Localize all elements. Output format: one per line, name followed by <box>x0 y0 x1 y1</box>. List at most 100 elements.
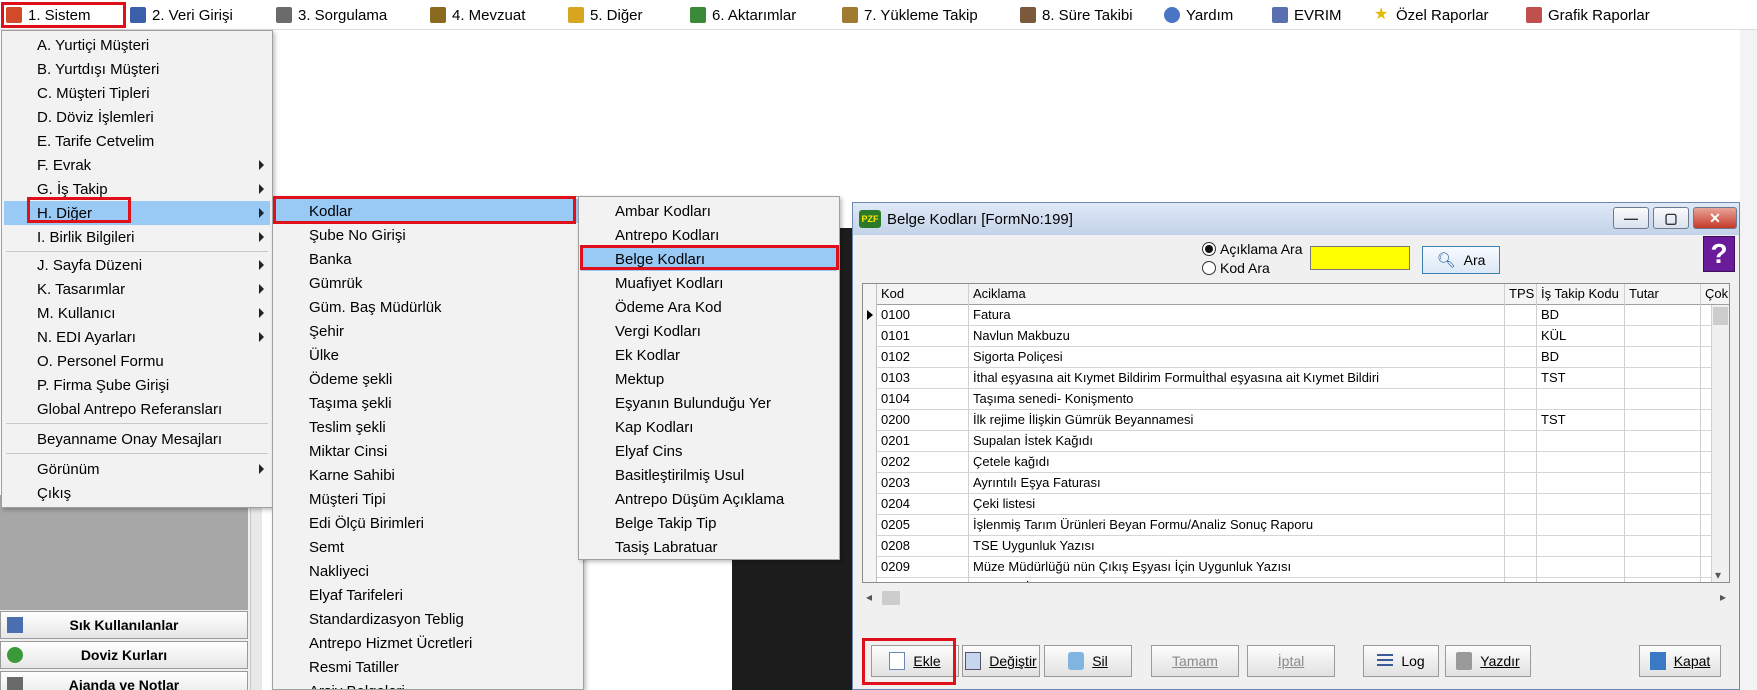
table-row[interactable]: 0208 TSE Uygunluk Yazısı <box>863 536 1729 557</box>
scroll-left-icon[interactable]: ◂ <box>866 590 872 604</box>
kapat-button[interactable]: Kapat <box>1639 645 1721 677</box>
cell-tutar[interactable] <box>1625 431 1701 452</box>
column-header-is-takip-kodu[interactable]: İş Takip Kodu <box>1537 284 1625 305</box>
cell-is-takip-kodu[interactable]: TST <box>1537 368 1625 389</box>
menu-yukleme-takip[interactable]: 7. Yükleme Takip <box>842 3 978 27</box>
diger-item[interactable]: Şehir <box>275 319 581 343</box>
cell-is-takip-kodu[interactable] <box>1537 557 1625 578</box>
ajanda-button[interactable]: Ajanda ve Notlar <box>0 671 248 690</box>
kodlar-item[interactable]: Kap Kodları <box>581 415 837 439</box>
cell-tps[interactable] <box>1505 515 1537 536</box>
cell-tutar[interactable] <box>1625 326 1701 347</box>
cell-aciklama[interactable]: Çeki listesi <box>969 494 1505 515</box>
window-titlebar[interactable]: PZF Belge Kodları [FormNo:199] — ▢ ✕ <box>853 203 1739 235</box>
close-window-button[interactable]: ✕ <box>1693 207 1737 229</box>
sistem-item-sayfa-duzeni[interactable]: J. Sayfa Düzeni <box>4 253 270 277</box>
search-input[interactable] <box>1310 246 1410 270</box>
grid-horizontal-scrollbar[interactable]: ◂ ▸ <box>862 589 1730 607</box>
cell-tps[interactable] <box>1505 368 1537 389</box>
menu-veri-girisi[interactable]: 2. Veri Girişi <box>130 3 233 27</box>
cell-tps[interactable] <box>1505 536 1537 557</box>
kodlar-item[interactable]: Basitleştirilmiş Usul <box>581 463 837 487</box>
cell-aciklama[interactable]: İthal eşyasına ait Kıymet Bildirim Formu… <box>969 368 1505 389</box>
menu-ozel-raporlar[interactable]: ★ Özel Raporlar <box>1374 3 1489 27</box>
cell-tps[interactable] <box>1505 473 1537 494</box>
cell-tps[interactable] <box>1505 347 1537 368</box>
cell-tutar[interactable] <box>1625 494 1701 515</box>
cell-kod[interactable]: 0102 <box>877 347 969 368</box>
cell-tps[interactable] <box>1505 578 1537 582</box>
degistir-button[interactable]: Değiştir <box>962 645 1040 677</box>
sil-button[interactable]: Sil <box>1044 645 1132 677</box>
cell-tps[interactable] <box>1505 431 1537 452</box>
grid-vertical-scrollbar[interactable]: ▾ <box>1711 305 1729 582</box>
cell-is-takip-kodu[interactable] <box>1537 536 1625 557</box>
sistem-item-musteri-tipleri[interactable]: C. Müşteri Tipleri <box>4 81 270 105</box>
scroll-down-icon[interactable]: ▾ <box>1715 568 1721 582</box>
diger-item[interactable]: Edi Ölçü Birimleri <box>275 511 581 535</box>
kodlar-item[interactable]: Ambar Kodları <box>581 199 837 223</box>
diger-item[interactable]: Gümrük <box>275 271 581 295</box>
radio-aciklama-ara[interactable]: Açıklama Ara <box>1202 241 1302 257</box>
diger-item[interactable]: Ülke <box>275 343 581 367</box>
ekle-button[interactable]: Ekle <box>871 645 959 677</box>
sistem-item-yurtici-musteri[interactable]: A. Yurtiçi Müşteri <box>4 33 270 57</box>
sistem-item-yurtdisi-musteri[interactable]: B. Yurtdışı Müşteri <box>4 57 270 81</box>
column-header-cok[interactable]: Çok <box>1701 284 1729 305</box>
scroll-right-icon[interactable]: ▸ <box>1720 590 1726 604</box>
cell-is-takip-kodu[interactable] <box>1537 431 1625 452</box>
kodlar-item[interactable]: Ek Kodlar <box>581 343 837 367</box>
diger-item[interactable]: Teslim şekli <box>275 415 581 439</box>
minimize-button[interactable]: — <box>1613 207 1649 229</box>
sistem-item-edi-ayarlari[interactable]: N. EDI Ayarları <box>4 325 270 349</box>
column-header-tutar[interactable]: Tutar <box>1625 284 1701 305</box>
cell-tutar[interactable] <box>1625 578 1701 582</box>
cell-kod[interactable]: 0203 <box>877 473 969 494</box>
diger-item[interactable]: Nakliyeci <box>275 559 581 583</box>
cell-tps[interactable] <box>1505 557 1537 578</box>
kodlar-item[interactable]: Eşyanın Bulunduğu Yer <box>581 391 837 415</box>
cell-kod[interactable]: 0104 <box>877 389 969 410</box>
cell-kod[interactable]: 0201 <box>877 431 969 452</box>
sistem-item-tarife-cetvelim[interactable]: E. Tarife Cetvelim <box>4 129 270 153</box>
diger-item[interactable]: Antrepo Hizmet Ücretleri <box>275 631 581 655</box>
table-row[interactable]: 0205 İşlenmiş Tarım Ürünleri Beyan Formu/… <box>863 515 1729 536</box>
cell-aciklama[interactable]: Çetele kağıdı <box>969 452 1505 473</box>
column-header-tps[interactable]: TPS <box>1505 284 1537 305</box>
cell-aciklama[interactable]: Supalan İstek Kağıdı <box>969 431 1505 452</box>
menu-mevzuat[interactable]: 4. Mevzuat <box>430 3 525 27</box>
column-header-kod[interactable]: Kod <box>877 284 969 305</box>
help-question-icon[interactable]: ? <box>1703 236 1735 272</box>
kodlar-item[interactable]: Belge Takip Tip <box>581 511 837 535</box>
table-row[interactable]: 0202 Çetele kağıdı <box>863 452 1729 473</box>
menu-aktarimlar[interactable]: 6. Aktarımlar <box>690 3 796 27</box>
sistem-item-is-takip[interactable]: G. İş Takip <box>4 177 270 201</box>
cell-is-takip-kodu[interactable] <box>1537 515 1625 536</box>
sistem-item-evrak[interactable]: F. Evrak <box>4 153 270 177</box>
menu-grafik-raporlar[interactable]: Grafik Raporlar <box>1526 3 1650 27</box>
cell-kod[interactable]: 0101 <box>877 326 969 347</box>
cell-kod[interactable]: 0100 <box>877 305 969 326</box>
doviz-kurlari-button[interactable]: Doviz Kurları <box>0 641 248 669</box>
cell-aciklama[interactable]: Ayrıntılı Eşya Faturası <box>969 473 1505 494</box>
cell-is-takip-kodu[interactable]: TST <box>1537 410 1625 431</box>
diger-item[interactable]: Arşiv Belgeleri <box>275 679 581 690</box>
kodlar-item[interactable]: Belge Kodları <box>581 247 837 271</box>
table-row[interactable]: 0203 Ayrıntılı Eşya Faturası <box>863 473 1729 494</box>
cell-tutar[interactable] <box>1625 557 1701 578</box>
diger-item[interactable]: Resmi Tatiller <box>275 655 581 679</box>
cell-kod[interactable]: 0204 <box>877 494 969 515</box>
table-row[interactable]: 0101 Navlun Makbuzu KÜL <box>863 326 1729 347</box>
cell-is-takip-kodu[interactable]: BD <box>1537 305 1625 326</box>
kodlar-item[interactable]: Antrepo Kodları <box>581 223 837 247</box>
diger-item[interactable]: Elyaf Tarifeleri <box>275 583 581 607</box>
table-row[interactable]: 0100 Fatura BD <box>863 305 1729 326</box>
menu-sorgulama[interactable]: 3. Sorgulama <box>276 3 387 27</box>
cell-aciklama[interactable]: Bedelsiz İhracat Formu <box>969 578 1505 582</box>
diger-item[interactable]: Kodlar <box>275 199 581 223</box>
table-row[interactable]: 0204 Çeki listesi <box>863 494 1729 515</box>
cell-is-takip-kodu[interactable] <box>1537 389 1625 410</box>
menu-sure-takibi[interactable]: 8. Süre Takibi <box>1020 3 1133 27</box>
cell-aciklama[interactable]: İşlenmiş Tarım Ürünleri Beyan Formu/Anal… <box>969 515 1505 536</box>
kodlar-item[interactable]: Elyaf Cins <box>581 439 837 463</box>
